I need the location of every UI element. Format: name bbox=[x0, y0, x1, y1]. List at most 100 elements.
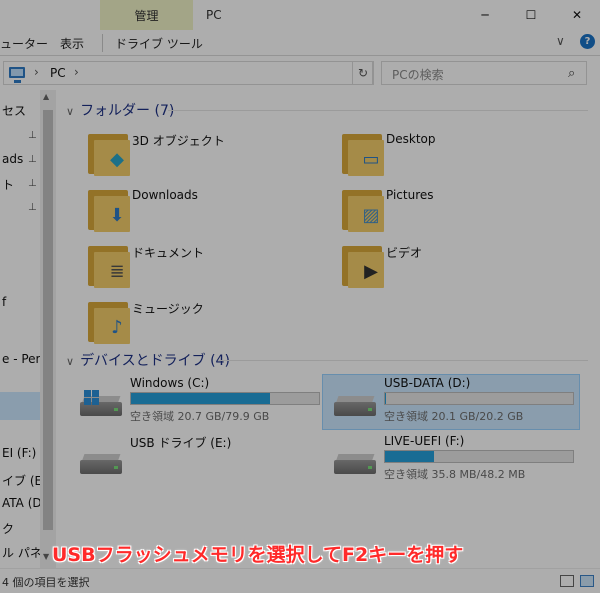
drive-item[interactable]: Windows (C:) 空き領域 20.7 GB/79.9 GB bbox=[78, 376, 330, 426]
video-icon: ▶ bbox=[340, 242, 388, 288]
group-divider bbox=[218, 360, 588, 361]
drive-usage-bar bbox=[384, 392, 574, 405]
folder-label: Pictures bbox=[386, 188, 434, 202]
folder-item[interactable]: ≣ ドキュメント bbox=[86, 242, 326, 294]
breadcrumb-separator[interactable]: › bbox=[34, 65, 39, 79]
group-divider bbox=[168, 110, 588, 111]
tab-computer[interactable]: ューター bbox=[0, 35, 48, 52]
address-bar[interactable]: › PC › bbox=[3, 61, 373, 85]
group-title: フォルダー (7) bbox=[80, 103, 175, 119]
windows-logo-icon bbox=[84, 390, 100, 406]
drive-icon bbox=[334, 448, 376, 480]
folder-item[interactable]: ▨ Pictures bbox=[340, 186, 580, 238]
nav-item-quick-access[interactable]: セス bbox=[2, 102, 26, 119]
manage-context-tab[interactable]: 管理 bbox=[100, 0, 193, 30]
nav-item-downloads[interactable]: ads bbox=[2, 152, 23, 166]
status-text: 4 個の項目を選択 bbox=[2, 576, 90, 589]
music-icon: ♪ bbox=[86, 298, 134, 344]
download-icon: ⬇ bbox=[86, 186, 134, 232]
drive-icon bbox=[334, 390, 376, 422]
drive-usage-bar bbox=[384, 450, 574, 463]
drive-icon bbox=[80, 448, 122, 480]
folder-label: ドキュメント bbox=[132, 246, 205, 260]
document-icon: ≣ bbox=[86, 242, 134, 288]
search-input[interactable]: PCの検索 bbox=[392, 66, 444, 83]
title-bar: 管理 PC ─ ☐ ✕ bbox=[0, 0, 600, 30]
pin-icon[interactable]: ⊥ bbox=[28, 178, 37, 189]
drive-label: Windows (C:) bbox=[130, 376, 210, 390]
address-row: › PC › ↻ PCの検索 ⌕ bbox=[0, 56, 600, 90]
group-header-drives[interactable]: ∨ デバイスとドライブ (4) bbox=[66, 350, 230, 370]
folder-emblem: ▭ bbox=[362, 148, 380, 170]
drive-usage-fill bbox=[385, 393, 386, 404]
folder-item[interactable]: ▶ ビデオ bbox=[340, 242, 580, 294]
group-title: デバイスとドライブ (4) bbox=[80, 353, 230, 369]
folder-emblem: ♪ bbox=[111, 316, 123, 338]
drive-label: LIVE-UEFI (F:) bbox=[384, 434, 465, 448]
refresh-button[interactable]: ↻ bbox=[352, 61, 374, 85]
folder-label: 3D オブジェクト bbox=[132, 134, 225, 148]
cube-icon: ◆ bbox=[86, 130, 134, 176]
chevron-down-icon[interactable]: ∨ bbox=[66, 355, 74, 368]
tiles-view-icon[interactable] bbox=[580, 575, 594, 587]
drive-icon bbox=[80, 390, 122, 422]
search-box[interactable]: PCの検索 ⌕ bbox=[381, 61, 587, 85]
tutorial-caption: USBフラッシュメモリを選択してF2キーを押す bbox=[52, 544, 464, 566]
picture-icon: ▨ bbox=[340, 186, 388, 232]
drive-free-space: 空き領域 20.7 GB/79.9 GB bbox=[130, 410, 270, 423]
drive-usage-fill bbox=[385, 451, 434, 462]
ribbon-expand-icon[interactable]: ∨ bbox=[556, 34, 565, 48]
folder-emblem: ⬇ bbox=[109, 204, 125, 226]
breadcrumb-separator[interactable]: › bbox=[74, 65, 79, 79]
drive-usage-fill bbox=[131, 393, 270, 404]
ribbon-divider bbox=[102, 34, 103, 52]
scroll-up-icon[interactable]: ▲ bbox=[43, 92, 49, 101]
folder-item[interactable]: ⬇ Downloads bbox=[86, 186, 326, 238]
drive-item[interactable]: USB ドライブ (E:) bbox=[78, 434, 330, 484]
folder-item[interactable]: ▭ Desktop bbox=[340, 130, 580, 182]
help-icon[interactable]: ? bbox=[580, 34, 595, 49]
pin-icon[interactable]: ⊥ bbox=[28, 202, 37, 213]
drive-label: USB-DATA (D:) bbox=[384, 376, 471, 390]
close-button[interactable]: ✕ bbox=[554, 0, 600, 30]
folder-emblem: ≣ bbox=[109, 260, 125, 282]
explorer-window: 管理 PC ─ ☐ ✕ ューター 表示 ドライブ ツール ∨ ? › PC › … bbox=[0, 0, 600, 593]
ribbon-tabs: ューター 表示 ドライブ ツール ∨ ? bbox=[0, 30, 600, 56]
folder-label: Desktop bbox=[386, 132, 436, 146]
drive-item[interactable]: LIVE-UEFI (F:) 空き領域 35.8 MB/48.2 MB bbox=[332, 434, 584, 484]
tab-drive-tools[interactable]: ドライブ ツール bbox=[115, 35, 203, 52]
navigation-pane: セス ads ト ⊥ ⊥ ⊥ ⊥ f e - Perso EI (F:) イブ … bbox=[0, 90, 56, 568]
drive-label: USB ドライブ (E:) bbox=[130, 436, 232, 450]
nav-item-f[interactable]: f bbox=[2, 295, 6, 309]
nav-scrollbar-thumb[interactable] bbox=[43, 110, 53, 530]
folder-item[interactable]: ♪ ミュージック bbox=[86, 298, 326, 350]
folder-item[interactable]: ◆ 3D オブジェクト bbox=[86, 130, 326, 182]
maximize-button[interactable]: ☐ bbox=[508, 0, 554, 30]
drive-free-space: 空き領域 35.8 MB/48.2 MB bbox=[384, 468, 526, 481]
nav-item-documents[interactable]: ト bbox=[2, 176, 14, 193]
scroll-down-icon[interactable]: ▼ bbox=[43, 552, 49, 561]
drive-free-space: 空き領域 20.1 GB/20.2 GB bbox=[384, 410, 524, 423]
window-title: PC bbox=[206, 8, 222, 22]
minimize-button[interactable]: ─ bbox=[462, 0, 508, 30]
content-pane: ∨ フォルダー (7) ◆ 3D オブジェクト ▭ Desktop ⬇ Downloads ▨… bbox=[56, 90, 600, 568]
details-view-icon[interactable] bbox=[560, 575, 574, 587]
breadcrumb-pc[interactable]: PC bbox=[50, 66, 66, 80]
pc-icon bbox=[9, 67, 25, 83]
desktop-icon: ▭ bbox=[340, 130, 388, 176]
folder-emblem: ▶ bbox=[364, 260, 378, 282]
nav-item-network[interactable]: ク bbox=[2, 520, 14, 537]
nav-item-live-uefi[interactable]: EI (F:) bbox=[2, 446, 36, 460]
chevron-down-icon[interactable]: ∨ bbox=[66, 105, 74, 118]
folder-label: ミュージック bbox=[132, 302, 204, 316]
pin-icon[interactable]: ⊥ bbox=[28, 154, 37, 165]
drive-item[interactable]: USB-DATA (D:) 空き領域 20.1 GB/20.2 GB bbox=[332, 376, 584, 426]
tab-view[interactable]: 表示 bbox=[60, 35, 84, 52]
folder-emblem: ◆ bbox=[110, 148, 124, 170]
folder-emblem: ▨ bbox=[362, 204, 380, 226]
search-icon[interactable]: ⌕ bbox=[568, 66, 575, 81]
group-header-folders[interactable]: ∨ フォルダー (7) bbox=[66, 100, 174, 120]
pin-icon[interactable]: ⊥ bbox=[28, 130, 37, 141]
nav-selected-highlight bbox=[0, 392, 42, 420]
drive-usage-bar bbox=[130, 392, 320, 405]
